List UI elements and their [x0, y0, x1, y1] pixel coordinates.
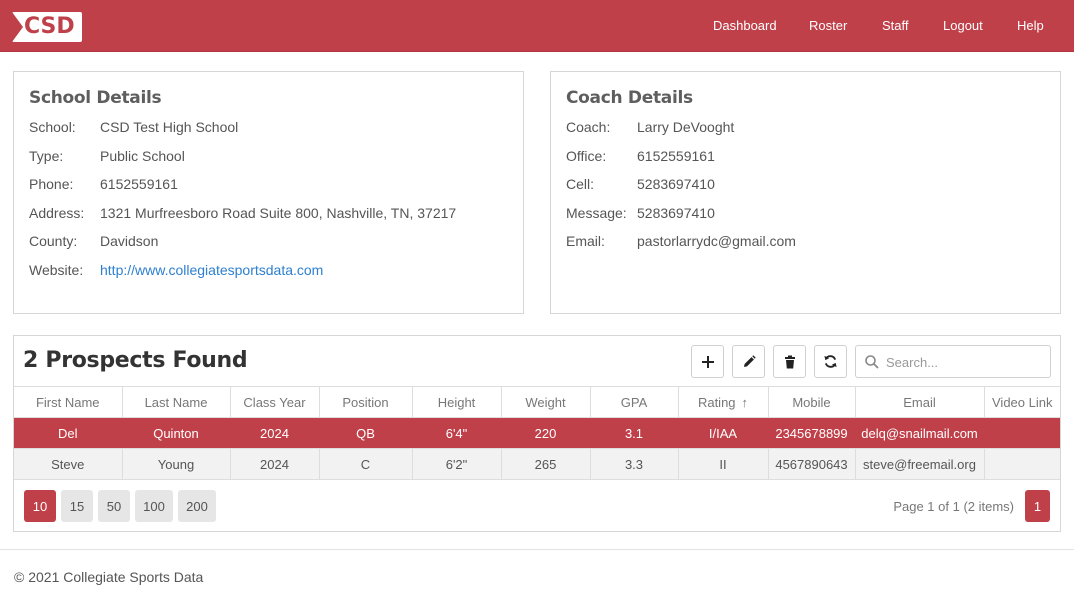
refresh-button[interactable] [814, 345, 847, 378]
nav-help[interactable]: Help [1017, 17, 1044, 35]
trash-icon [784, 355, 795, 368]
school-value: CSD Test High School [100, 119, 239, 135]
col-email[interactable]: Email [855, 386, 985, 418]
county-value: Davidson [100, 233, 159, 249]
page-info: Page 1 of 1 (2 items) [893, 499, 1014, 514]
pencil-icon [743, 354, 756, 367]
top-navbar: CSD Dashboard Roster Staff Logout Help [0, 0, 1074, 52]
office-label: Office: [566, 148, 607, 164]
cell-mobile: 2345678899 [768, 417, 856, 449]
footer-divider [0, 549, 1074, 550]
logo-chevron-icon [12, 12, 23, 42]
cell-last-name: Young [122, 448, 231, 480]
nav-staff[interactable]: Staff [882, 17, 909, 35]
type-value: Public School [100, 148, 185, 164]
cell-first-name: Del [14, 417, 123, 449]
cell-gpa: 3.3 [590, 448, 679, 480]
email-label: Email: [566, 233, 605, 249]
col-class-year[interactable]: Class Year [230, 386, 320, 418]
cell-first-name: Steve [14, 448, 123, 480]
sort-ascending-icon: ↑ [741, 394, 749, 410]
cell-height: 6'4" [412, 417, 502, 449]
search-icon [865, 355, 879, 369]
col-height[interactable]: Height [412, 386, 502, 418]
county-label: County: [29, 233, 78, 249]
nav-dashboard[interactable]: Dashboard [713, 17, 777, 35]
page-size-200[interactable]: 200 [178, 490, 216, 522]
cell-weight: 265 [501, 448, 591, 480]
cell-position: C [319, 448, 413, 480]
school-label: School: [29, 119, 76, 135]
cell-email: delq@snailmail.com [855, 417, 985, 449]
cell-video-link [984, 417, 1060, 449]
col-video-link[interactable]: Video Link [984, 386, 1060, 418]
school-details-title: School Details [29, 88, 162, 108]
cell-mobile: 4567890643 [768, 448, 856, 480]
delete-button[interactable] [773, 345, 806, 378]
address-value: 1321 Murfreesboro Road Suite 800, Nashvi… [100, 205, 457, 221]
coach-label: Coach: [566, 119, 611, 135]
nav-roster[interactable]: Roster [809, 17, 847, 35]
logo-text: CSD [24, 14, 75, 39]
csd-logo[interactable]: CSD [12, 12, 82, 42]
nav-logout[interactable]: Logout [943, 17, 983, 35]
message-value: 5283697410 [637, 205, 715, 221]
cell-height: 6'2" [412, 448, 502, 480]
school-details-card: School Details School: CSD Test High Sch… [13, 71, 524, 314]
page-size-10[interactable]: 10 [24, 490, 56, 522]
col-weight[interactable]: Weight [501, 386, 591, 418]
plus-icon [701, 355, 714, 368]
prospects-table: First Name Last Name Class Year Position… [14, 386, 1060, 480]
cell-rating: I/IAA [678, 417, 769, 449]
cell-gpa: 3.1 [590, 417, 679, 449]
website-label: Website: [29, 262, 84, 278]
col-rating: Rating [697, 394, 736, 410]
type-label: Type: [29, 148, 64, 164]
cell-last-name: Quinton [122, 417, 231, 449]
message-label: Message: [566, 205, 627, 221]
page-size-15[interactable]: 15 [61, 490, 93, 522]
search-box [855, 345, 1051, 378]
cell-class-year: 2024 [230, 448, 320, 480]
page-number-1[interactable]: 1 [1025, 490, 1050, 522]
cell-class-year: 2024 [230, 417, 320, 449]
phone-value: 6152559161 [100, 176, 178, 192]
add-button[interactable] [691, 345, 724, 378]
coach-details-card: Coach Details Coach: Larry DeVooght Offi… [550, 71, 1061, 314]
edit-button[interactable] [732, 345, 765, 378]
cell-label: Cell: [566, 176, 595, 192]
col-position[interactable]: Position [319, 386, 413, 418]
prospects-grid: 2 Prospects Found First Name Last Name C… [13, 335, 1061, 532]
table-row[interactable]: Steve Young 2024 C 6'2" 265 3.3 II 45678… [14, 448, 1060, 480]
cell-value: 5283697410 [637, 176, 715, 192]
prospects-title: 2 Prospects Found [23, 348, 248, 373]
col-mobile[interactable]: Mobile [768, 386, 856, 418]
col-gpa[interactable]: GPA [590, 386, 679, 418]
office-value: 6152559161 [637, 148, 715, 164]
footer-copyright: © 2021 Collegiate Sports Data [14, 569, 204, 585]
page-size-50[interactable]: 50 [98, 490, 130, 522]
search-input[interactable] [886, 352, 1046, 372]
cell-rating: II [678, 448, 769, 480]
page-size-100[interactable]: 100 [135, 490, 173, 522]
table-row[interactable]: Del Quinton 2024 QB 6'4" 220 3.1 I/IAA 2… [14, 417, 1060, 449]
coach-value: Larry DeVooght [637, 119, 735, 135]
cell-email: steve@freemail.org [855, 448, 985, 480]
cell-weight: 220 [501, 417, 591, 449]
coach-details-title: Coach Details [566, 88, 693, 108]
website-link[interactable]: http://www.collegiatesportsdata.com [100, 262, 323, 278]
email-value: pastorlarrydc@gmail.com [637, 233, 796, 249]
col-first-name[interactable]: First Name [14, 386, 123, 418]
cell-video-link [984, 448, 1060, 480]
col-last-name[interactable]: Last Name [122, 386, 231, 418]
phone-label: Phone: [29, 176, 74, 192]
address-label: Address: [29, 205, 85, 221]
refresh-icon [824, 355, 837, 368]
col-rating-header[interactable]: Rating ↑ [678, 386, 769, 418]
cell-position: QB [319, 417, 413, 449]
table-header-row: First Name Last Name Class Year Position… [14, 386, 1060, 418]
